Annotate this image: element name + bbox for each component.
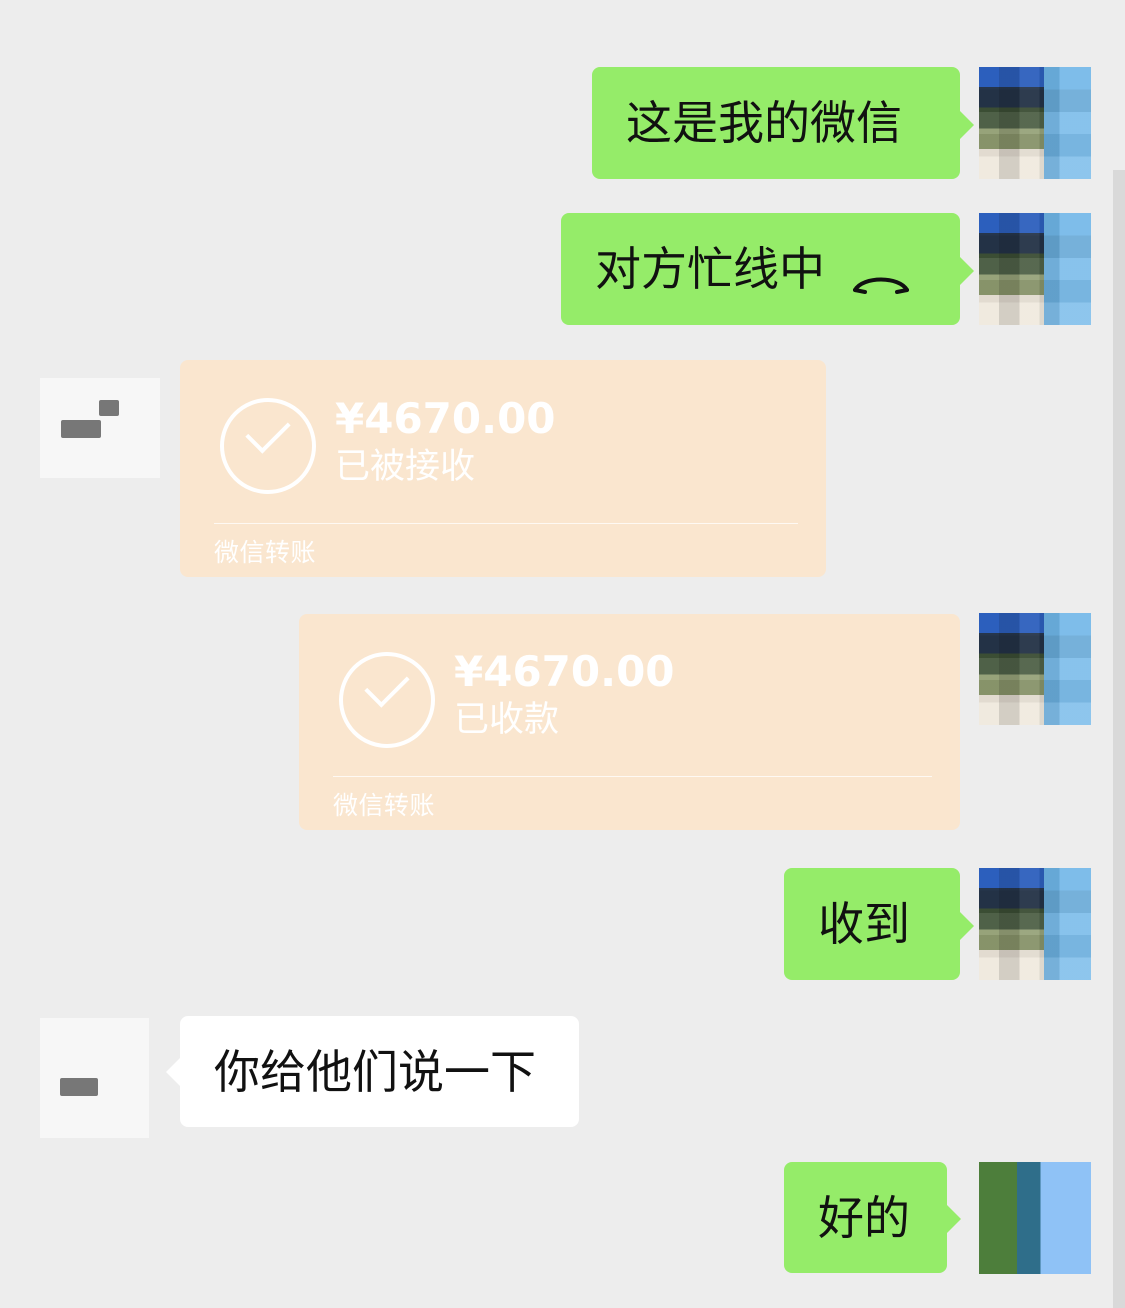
- self-bubble-tail: [960, 257, 974, 285]
- other-avatar[interactable]: [40, 1018, 149, 1138]
- message-text: 收到: [818, 897, 910, 951]
- self-avatar[interactable]: [979, 613, 1091, 725]
- self-avatar[interactable]: [979, 868, 1091, 980]
- scrollbar[interactable]: [1113, 170, 1125, 1308]
- self-avatar[interactable]: [979, 67, 1091, 179]
- message-text: 这是我的微信: [626, 96, 902, 150]
- transfer-amount: ¥4670.00: [335, 394, 556, 443]
- transfer-divider: [333, 776, 932, 777]
- check-circle-icon: [220, 398, 316, 494]
- transfer-divider: [214, 523, 798, 524]
- other-bubble-tail: [166, 1058, 180, 1086]
- check-circle-icon: [339, 652, 435, 748]
- transfer-status: 已被接收: [335, 447, 476, 487]
- self-bubble-tail: [960, 111, 974, 139]
- transfer-card-accepted[interactable]: ¥4670.00 已收款 微信转账: [299, 614, 960, 830]
- self-avatar[interactable]: [979, 1162, 1091, 1274]
- message-text: 对方忙线中: [595, 242, 825, 296]
- transfer-amount: ¥4670.00: [454, 647, 675, 696]
- transfer-footer-label: 微信转账: [214, 538, 317, 567]
- transfer-status: 已收款: [454, 700, 560, 740]
- message-bubble-self-1[interactable]: 这是我的微信: [592, 67, 960, 179]
- message-bubble-self-2[interactable]: 对方忙线中: [561, 213, 960, 325]
- message-text: 你给他们说一下: [214, 1044, 536, 1099]
- other-avatar[interactable]: [40, 378, 160, 478]
- message-bubble-other[interactable]: 你给他们说一下: [180, 1016, 579, 1127]
- message-bubble-self-3[interactable]: 收到: [784, 868, 960, 980]
- phone-hangup-icon: [853, 257, 909, 294]
- transfer-card-received[interactable]: ¥4670.00 已被接收 微信转账: [180, 360, 826, 577]
- self-bubble-tail: [960, 912, 974, 940]
- message-bubble-self-4[interactable]: 好的: [784, 1162, 947, 1273]
- message-text: 好的: [818, 1190, 910, 1245]
- self-bubble-tail: [947, 1205, 961, 1233]
- self-avatar[interactable]: [979, 213, 1091, 325]
- transfer-footer-label: 微信转账: [333, 791, 436, 820]
